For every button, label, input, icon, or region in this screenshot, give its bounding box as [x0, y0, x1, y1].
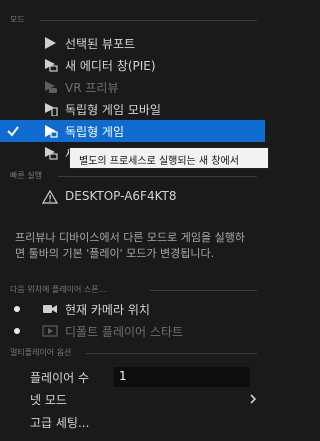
- tooltip: 별도의 프로세스로 실행되는 새 창에서: [69, 147, 269, 169]
- spawn-label: 디폴트 플레이어 스타트: [65, 325, 184, 339]
- section-multiplayer: 멀티플레이어 옵션: [0, 345, 265, 361]
- section-spawn-location-label: 다음 위치에 플레이어 스폰...: [10, 285, 107, 294]
- spawn-current-camera[interactable]: 현재 카메라 위치: [0, 298, 265, 320]
- player-count-label: 플레이어 수: [30, 371, 90, 385]
- tooltip-text: 별도의 프로세스로 실행되는 새 창에서: [79, 156, 239, 167]
- play-mode-description: 프리뷰나 디바이스에서 다른 모드로 게임을 실행하면 툴바의 기본 '플레이'…: [15, 231, 246, 260]
- divider: [58, 176, 257, 177]
- section-spawn-location: 다음 위치에 플레이어 스폰...: [0, 282, 265, 298]
- warning-icon: [42, 190, 58, 204]
- divider: [150, 290, 257, 291]
- section-quick-launch-label: 빠른 실행: [10, 171, 42, 180]
- mode-selected-viewport[interactable]: 선택된 뷰포트: [0, 32, 265, 54]
- mode-label: 독립형 게임: [65, 125, 125, 139]
- play-window-icon: [45, 147, 58, 160]
- mode-standalone-mobile[interactable]: 독립형 게임 모바일: [0, 98, 265, 120]
- divider: [86, 353, 257, 354]
- divider: [40, 20, 257, 21]
- play-icon: [45, 37, 56, 49]
- section-multiplayer-label: 멀티플레이어 옵션: [10, 348, 72, 357]
- checkmark-icon: [7, 126, 19, 137]
- mode-label: VR 프리뷰: [65, 81, 119, 95]
- chevron-right-icon: [250, 394, 257, 404]
- radio-icon: [14, 328, 20, 334]
- mode-label: 선택된 뷰포트: [65, 37, 136, 51]
- mode-vr-preview[interactable]: VR 프리뷰: [0, 76, 265, 98]
- player-start-icon: [42, 325, 58, 337]
- mode-label: 독립형 게임 모바일: [65, 103, 161, 117]
- mobile-play-icon: [45, 103, 58, 116]
- section-mode-label: 모드: [10, 15, 25, 24]
- section-quick-launch: 빠른 실행: [0, 168, 265, 184]
- net-mode-label: 넷 모드: [30, 393, 67, 407]
- vr-play-icon: [45, 81, 57, 93]
- advanced-settings-label: 고급 세팅...: [30, 416, 90, 430]
- mode-label: 새 에디터 창(PIE): [65, 59, 156, 73]
- mode-standalone-game[interactable]: 독립형 게임: [0, 120, 265, 142]
- device-label: DESKTOP-A6F4KT8: [65, 189, 177, 203]
- camera-icon: [43, 305, 57, 313]
- spawn-label: 현재 카메라 위치: [65, 303, 150, 317]
- mode-new-editor-window[interactable]: 새 에디터 창(PIE): [0, 54, 265, 76]
- player-count-input[interactable]: 1: [114, 367, 250, 387]
- play-mode-menu: 모드 선택된 뷰포트 새 에디터 창(PIE) VR 프리뷰 독립형 게임 모바…: [0, 0, 269, 441]
- player-count-row: 플레이어 수 1: [0, 366, 265, 388]
- radio-selected-icon: [14, 306, 20, 312]
- player-count-value: 1: [119, 369, 127, 383]
- play-window-icon: [45, 59, 58, 72]
- quick-launch-device[interactable]: DESKTOP-A6F4KT8: [0, 186, 265, 208]
- section-mode: 모드: [0, 12, 265, 28]
- advanced-settings-item[interactable]: 고급 세팅...: [0, 411, 265, 433]
- net-mode-submenu[interactable]: 넷 모드: [0, 388, 265, 410]
- spawn-default-player-start[interactable]: 디폴트 플레이어 스타트: [0, 320, 265, 342]
- standalone-play-icon: [45, 125, 58, 138]
